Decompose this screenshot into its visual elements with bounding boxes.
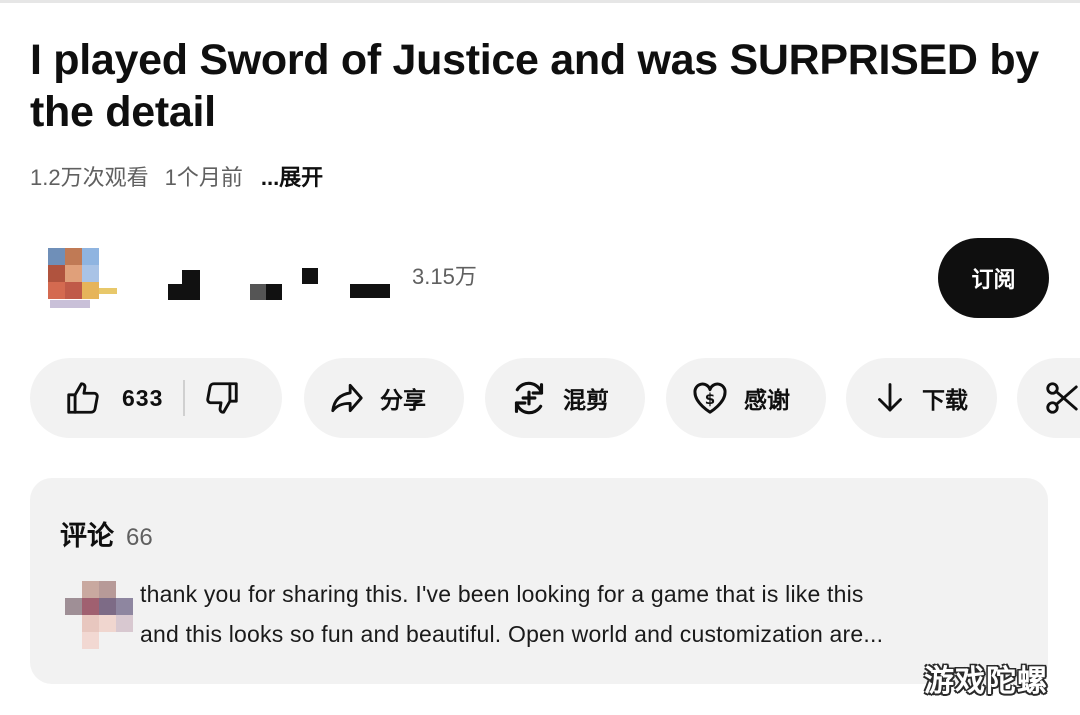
thumbs-up-icon[interactable] [64, 379, 102, 417]
download-arrow-icon [872, 380, 908, 416]
subscriber-count: 3.15万 [412, 264, 477, 289]
comment-line-2: and this looks so fun and beautiful. Ope… [140, 621, 884, 647]
svg-text:$: $ [705, 390, 715, 408]
thumbs-down-icon[interactable] [203, 379, 241, 417]
download-button[interactable]: 下载 [846, 358, 997, 438]
scissors-icon [1043, 379, 1080, 417]
comments-count: 66 [126, 524, 153, 551]
thanks-label: 感谢 [744, 387, 790, 413]
like-count: 633 [122, 384, 164, 411]
commenter-avatar [65, 581, 135, 649]
channel-avatar[interactable] [48, 248, 118, 314]
share-button[interactable]: 分享 [304, 358, 464, 438]
heart-dollar-icon: $ [690, 378, 730, 418]
subscribe-label: 订阅 [971, 267, 1016, 292]
comments-label: 评论 [60, 521, 114, 551]
expand-description-link[interactable]: ...展开 [261, 163, 323, 193]
watermark-text: 游戏陀螺 [924, 665, 1048, 698]
like-divider [183, 380, 186, 416]
remix-button[interactable]: 混剪 [485, 358, 645, 438]
download-label: 下载 [922, 387, 968, 413]
comment-line-1: thank you for sharing this. I've been lo… [140, 581, 864, 607]
action-bar: 633 分享 混剪 $ 感谢 下载 [30, 358, 1080, 438]
share-arrow-icon [328, 379, 366, 417]
comments-header: 评论 66 [60, 514, 153, 553]
top-edge [0, 0, 1080, 3]
share-label: 分享 [380, 387, 426, 413]
top-comment-text: thank you for sharing this. I've been lo… [140, 574, 1040, 654]
video-title: I played Sword of Justice and was SURPRI… [30, 36, 1039, 136]
remix-label: 混剪 [563, 387, 609, 413]
channel-name-redacted[interactable] [160, 262, 400, 302]
like-dislike-pill: 633 [30, 358, 282, 438]
upload-age: 1个月前 [164, 165, 243, 190]
remix-icon [509, 378, 549, 418]
subscribe-button[interactable]: 订阅 [938, 238, 1049, 318]
clip-button[interactable] [1017, 358, 1080, 438]
comments-panel[interactable]: 评论 66 thank you for sharing this. I've b… [30, 478, 1048, 684]
thanks-button[interactable]: $ 感谢 [666, 358, 826, 438]
view-count: 1.2万次观看 [30, 165, 149, 190]
video-meta: 1.2万次观看 1个月前 ...展开 [30, 163, 323, 193]
